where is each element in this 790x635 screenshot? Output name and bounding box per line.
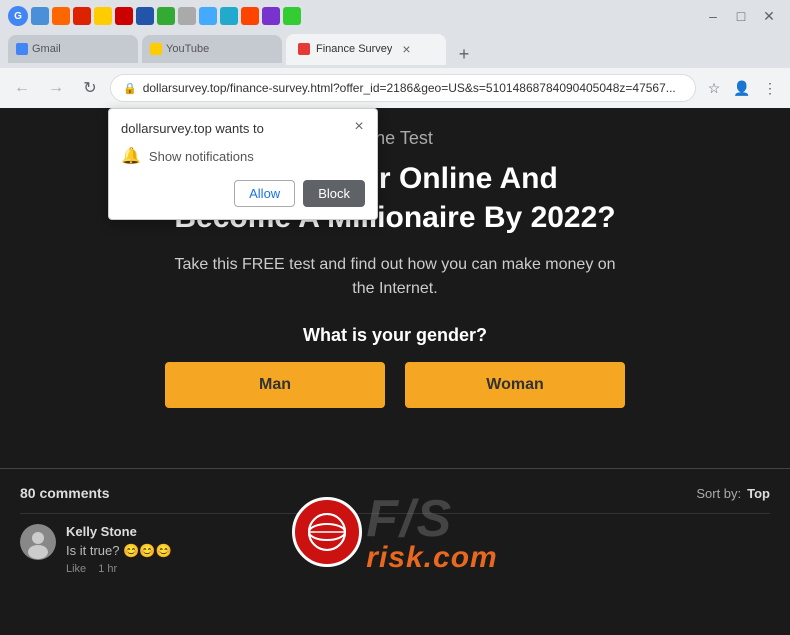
popup-close-button[interactable]: ×: [349, 117, 369, 137]
app-icon-3: [94, 7, 112, 25]
man-button[interactable]: Man: [165, 362, 385, 408]
app-icon-2: [73, 7, 91, 25]
show-notifications-label: Show notifications: [149, 149, 254, 164]
google-icon[interactable]: G: [8, 6, 28, 26]
back-button[interactable]: ←: [8, 74, 36, 102]
app-icon-8: [199, 7, 217, 25]
address-text: dollarsurvey.top/finance-survey.html?off…: [143, 81, 676, 95]
tab-favicon-2: [150, 43, 162, 55]
comment-avatar: [20, 524, 56, 560]
maximize-button[interactable]: □: [728, 3, 754, 29]
tab-bar: Gmail YouTube Finance Survey × +: [0, 32, 790, 68]
app-icon-9: [220, 7, 238, 25]
app-icon-6: [157, 7, 175, 25]
more-options-icon[interactable]: ⋮: [758, 76, 782, 100]
bookmark-icon[interactable]: ☆: [702, 76, 726, 100]
tab-close-button[interactable]: ×: [398, 41, 414, 57]
minimize-button[interactable]: –: [700, 3, 726, 29]
app-icon-7: [178, 7, 196, 25]
allow-button[interactable]: Allow: [234, 180, 295, 207]
woman-button[interactable]: Woman: [405, 362, 625, 408]
window-controls: – □ ✕: [700, 3, 782, 29]
os-bar: G – □ ✕: [0, 0, 790, 32]
tab-inactive-1[interactable]: Gmail: [8, 35, 138, 63]
app-icon-12: [283, 7, 301, 25]
tab-favicon-1: [16, 43, 28, 55]
new-tab-button[interactable]: +: [450, 40, 478, 68]
comment-text: Is it true? 😊😊😊: [66, 543, 770, 559]
reload-button[interactable]: ↻: [76, 74, 104, 102]
gender-question: What is your gender?: [60, 325, 730, 346]
subtext: Take this FREE test and find out how you…: [60, 253, 730, 301]
app-icon-1: [52, 7, 70, 25]
gender-buttons: Man Woman: [60, 362, 730, 408]
tab-inactive-2[interactable]: YouTube: [142, 35, 282, 63]
comment-name: Kelly Stone: [66, 524, 770, 539]
comment-like[interactable]: Like: [66, 563, 86, 575]
app-icon-4: [115, 7, 133, 25]
notification-popup: dollarsurvey.top wants to × 🔔 Show notif…: [108, 108, 378, 220]
comment-body: Kelly Stone Is it true? 😊😊😊 Like 1 hr: [66, 524, 770, 575]
close-button[interactable]: ✕: [756, 3, 782, 29]
comments-section: 80 comments Sort by: Top Kelly Stone Is …: [0, 468, 790, 601]
comments-count: 80 comments: [20, 485, 109, 501]
app-icon-5: [136, 7, 154, 25]
address-bar[interactable]: 🔒 dollarsurvey.top/finance-survey.html?o…: [110, 74, 696, 102]
lock-icon: 🔒: [123, 82, 137, 95]
app-icon-10: [241, 7, 259, 25]
os-icons: G: [8, 6, 696, 26]
sort-value: Top: [747, 486, 770, 501]
tab-label: Finance Survey: [316, 43, 392, 55]
tab-favicon-active: [298, 43, 310, 55]
comment-item: Kelly Stone Is it true? 😊😊😊 Like 1 hr: [20, 513, 770, 585]
app-icon-11: [262, 7, 280, 25]
bell-icon: 🔔: [121, 146, 141, 166]
forward-button[interactable]: →: [42, 74, 70, 102]
tab-active[interactable]: Finance Survey ×: [286, 34, 446, 64]
comments-header: 80 comments Sort by: Top: [20, 485, 770, 501]
popup-site-text: dollarsurvey.top wants to: [121, 121, 365, 136]
comment-meta: Like 1 hr: [66, 563, 770, 575]
comment-time: 1 hr: [98, 563, 117, 575]
popup-buttons: Allow Block: [121, 180, 365, 207]
address-bar-row: ← → ↻ 🔒 dollarsurvey.top/finance-survey.…: [0, 68, 790, 108]
sort-by: Sort by: Top: [696, 486, 770, 501]
account-icon[interactable]: 👤: [730, 76, 754, 100]
chrome-icon: [31, 7, 49, 25]
block-button[interactable]: Block: [303, 180, 365, 207]
address-actions: ☆ 👤 ⋮: [702, 76, 782, 100]
sort-by-label: Sort by:: [696, 486, 741, 501]
popup-notification-row: 🔔 Show notifications: [121, 146, 365, 166]
